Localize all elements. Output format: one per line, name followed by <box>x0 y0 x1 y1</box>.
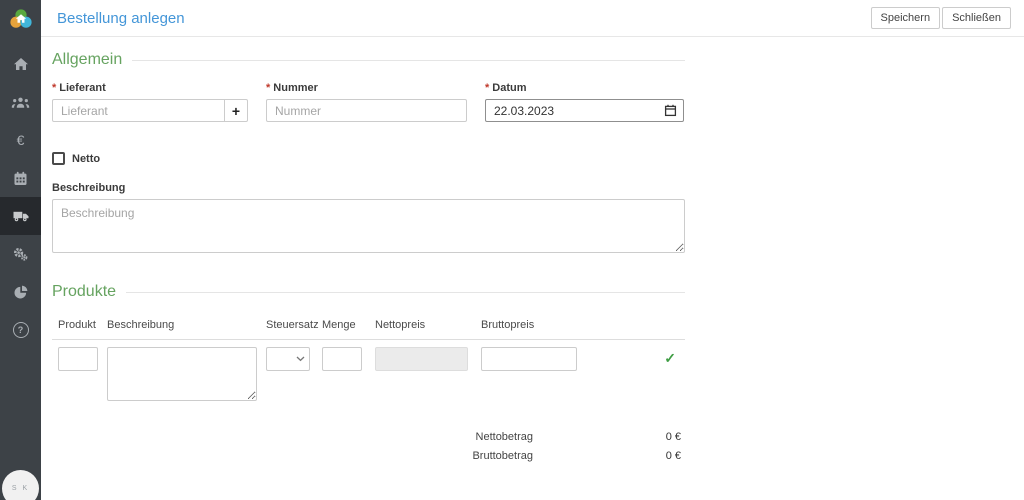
close-button[interactable]: Schließen <box>942 7 1011 29</box>
user-avatar[interactable]: S K <box>2 470 39 500</box>
col-nettopreis: Nettopreis <box>375 319 468 331</box>
page-title: Bestellung anlegen <box>57 10 185 27</box>
product-table-header: Produkt Beschreibung Steuersatz Menge Ne… <box>52 319 685 331</box>
col-menge: Menge <box>322 319 362 331</box>
datepicker-calendar-icon[interactable] <box>664 104 677 117</box>
col-produkt: Produkt <box>58 319 98 331</box>
nummer-label: *Nummer <box>266 82 467 94</box>
plus-icon: + <box>232 103 240 119</box>
lieferant-input-group: + <box>52 99 248 122</box>
sidebar-item-help[interactable]: ? <box>0 311 41 349</box>
produkt-beschreibung-textarea[interactable] <box>107 347 257 401</box>
bruttobetrag-value: 0 € <box>533 450 685 462</box>
users-icon <box>11 96 30 109</box>
bruttopreis-input[interactable] <box>481 347 577 371</box>
app-logo[interactable] <box>0 0 41 37</box>
pie-chart-icon <box>13 284 29 300</box>
nettopreis-input <box>375 347 468 371</box>
nettobetrag-row: Nettobetrag 0 € <box>52 427 685 446</box>
menge-input[interactable] <box>322 347 362 371</box>
required-marker: * <box>266 82 270 94</box>
col-bruttopreis: Bruttopreis <box>481 319 577 331</box>
sidebar-item-settings[interactable] <box>0 235 41 273</box>
page-header: Bestellung anlegen Speichern Schließen <box>41 0 1024 37</box>
sidebar-nav: € <box>0 37 41 349</box>
gears-icon <box>12 246 29 262</box>
home-icon <box>13 57 29 71</box>
sidebar-item-orders[interactable] <box>0 197 41 235</box>
logo-circles-house-icon <box>9 8 33 30</box>
allgemein-fields: *Lieferant + *Nummer *Datum <box>52 82 685 122</box>
datum-input[interactable] <box>485 99 684 122</box>
lieferant-label: *Lieferant <box>52 82 248 94</box>
confirm-row-check-icon[interactable]: ✓ <box>664 351 676 365</box>
bruttobetrag-row: Bruttobetrag 0 € <box>52 446 685 465</box>
sidebar-item-calendar[interactable] <box>0 159 41 197</box>
table-header-divider <box>52 339 685 340</box>
netto-checkbox-row: Netto <box>52 152 685 165</box>
sidebar: € <box>0 0 41 500</box>
lieferant-input[interactable] <box>52 99 225 122</box>
netto-label: Netto <box>72 153 100 165</box>
sidebar-item-statistics[interactable] <box>0 273 41 311</box>
field-nummer: *Nummer <box>266 82 467 122</box>
nettobetrag-label: Nettobetrag <box>476 431 533 443</box>
datum-label: *Datum <box>485 82 684 94</box>
section-rule <box>132 60 685 61</box>
nummer-input[interactable] <box>266 99 467 122</box>
form-content: Allgemein *Lieferant + *Nummer <box>52 36 685 465</box>
produkt-input[interactable] <box>58 347 98 371</box>
save-button[interactable]: Speichern <box>871 7 941 29</box>
section-produkte-header: Produkte <box>52 283 685 301</box>
required-marker: * <box>485 82 489 94</box>
beschreibung-textarea[interactable] <box>52 199 685 253</box>
nettobetrag-value: 0 € <box>533 431 685 443</box>
datum-input-wrap <box>485 99 684 122</box>
sidebar-item-contacts[interactable] <box>0 83 41 121</box>
section-produkte-title: Produkte <box>52 283 116 301</box>
bruttobetrag-label: Bruttobetrag <box>472 450 533 462</box>
col-steuersatz: Steuersatz <box>266 319 310 331</box>
euro-icon: € <box>17 133 25 147</box>
steuersatz-select-wrap <box>266 347 310 371</box>
section-rule <box>126 292 685 293</box>
steuersatz-select[interactable] <box>266 347 310 371</box>
truck-icon <box>12 209 30 223</box>
field-lieferant: *Lieferant + <box>52 82 248 122</box>
required-marker: * <box>52 82 56 94</box>
sidebar-item-home[interactable] <box>0 45 41 83</box>
totals: Nettobetrag 0 € Bruttobetrag 0 € <box>52 427 685 465</box>
add-lieferant-button[interactable]: + <box>224 99 248 122</box>
help-icon: ? <box>13 322 29 338</box>
avatar-initials: S K <box>12 485 29 492</box>
netto-checkbox[interactable] <box>52 152 65 165</box>
product-row: ✓ <box>52 347 685 401</box>
section-allgemein-title: Allgemein <box>52 51 122 69</box>
col-beschreibung: Beschreibung <box>107 319 257 331</box>
calendar-icon <box>13 171 28 186</box>
section-allgemein-header: Allgemein <box>52 51 685 69</box>
app-window: € <box>0 0 1024 500</box>
header-buttons: Speichern Schließen <box>871 7 1011 29</box>
sidebar-item-finance[interactable]: € <box>0 121 41 159</box>
field-datum: *Datum <box>485 82 684 122</box>
beschreibung-label: Beschreibung <box>52 182 685 194</box>
